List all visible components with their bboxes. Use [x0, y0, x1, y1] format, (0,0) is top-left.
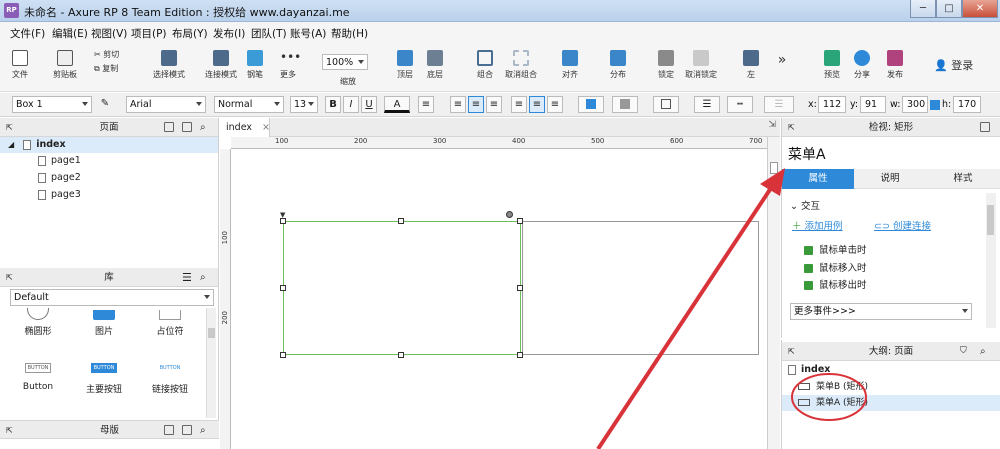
annotation-arrow-line	[596, 183, 775, 449]
annotation-circle	[791, 373, 867, 421]
annotation-overlay	[596, 168, 867, 449]
annotation-arrow-head	[760, 168, 785, 196]
